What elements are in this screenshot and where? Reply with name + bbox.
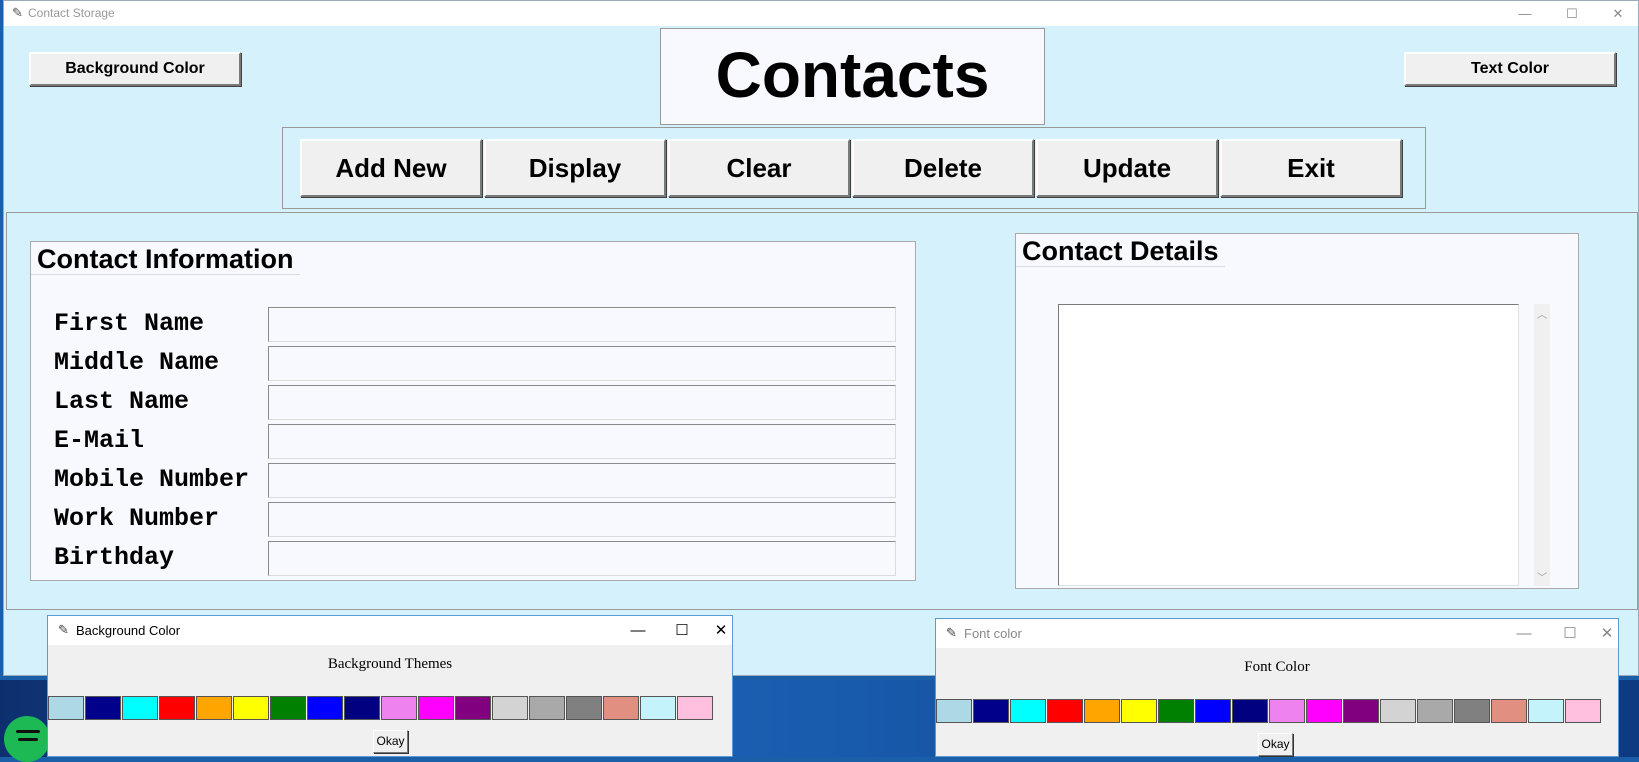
scroll-up-icon[interactable]: ︿ [1537,306,1547,321]
color-swatch[interactable] [418,696,454,720]
color-swatch[interactable] [85,696,121,720]
color-swatch[interactable] [307,696,343,720]
color-swatch[interactable] [270,696,306,720]
dialog-title: Background Color [76,623,181,638]
color-swatch-row [48,696,714,720]
color-swatch[interactable] [1195,699,1231,723]
last-name-field[interactable] [268,385,896,420]
minimize-button[interactable]: — [618,619,658,643]
first-name-field[interactable] [268,307,896,342]
contact-details-panel: Contact Details ︿ ﹀ [1015,233,1579,589]
color-swatch[interactable] [1380,699,1416,723]
color-swatch-row [936,699,1602,723]
color-swatch[interactable] [1269,699,1305,723]
dialog-title: Font color [964,626,1022,641]
feather-icon: ✎ [12,5,23,20]
okay-button[interactable]: Okay [373,730,408,753]
color-swatch[interactable] [344,696,380,720]
mobile-number-field[interactable] [268,463,896,498]
color-swatch[interactable] [1306,699,1342,723]
close-button[interactable]: ✕ [709,619,733,643]
add-new-button[interactable]: Add New [300,139,482,197]
exit-button[interactable]: Exit [1220,139,1402,197]
color-swatch[interactable] [566,696,602,720]
background-color-button[interactable]: Background Color [29,52,241,86]
page-title: Contacts [660,28,1045,125]
contact-details-title: Contact Details [1016,234,1225,267]
work-number-label: Work Number [54,504,220,533]
middle-name-label: Middle Name [54,348,220,377]
font-color-heading: Font Color [1244,659,1310,675]
contact-information-title: Contact Information [31,242,300,275]
color-swatch[interactable] [640,696,676,720]
delete-button[interactable]: Delete [852,139,1034,197]
color-swatch[interactable] [48,696,84,720]
main-window: ✎ Contact Storage — ☐ ✕ Background Color… [3,0,1639,676]
color-swatch[interactable] [196,696,232,720]
background-color-dialog: ✎ Background Color — ☐ ✕ Background Them… [47,615,733,757]
color-swatch[interactable] [1158,699,1194,723]
color-swatch[interactable] [1343,699,1379,723]
color-swatch[interactable] [529,696,565,720]
birthday-field[interactable] [268,541,896,576]
dialog-title-bar: ✎ Background Color — ☐ ✕ [48,616,732,645]
color-swatch[interactable] [1121,699,1157,723]
scroll-down-icon[interactable]: ﹀ [1537,569,1547,584]
dialog-title-bar: ✎ Font color — ☐ ✕ [936,619,1618,648]
color-swatch[interactable] [1565,699,1601,723]
birthday-label: Birthday [54,543,175,572]
email-field[interactable] [268,424,896,459]
update-button[interactable]: Update [1036,139,1218,197]
mobile-number-label: Mobile Number [54,465,250,494]
color-swatch[interactable] [603,696,639,720]
feather-icon: ✎ [58,622,69,637]
middle-name-field[interactable] [268,346,896,381]
content-frame: Contact Information First Name Middle Na… [6,212,1638,610]
color-swatch[interactable] [1491,699,1527,723]
color-swatch[interactable] [1528,699,1564,723]
display-button[interactable]: Display [484,139,666,197]
maximize-button[interactable]: ☐ [662,619,702,643]
window-title: Contact Storage [28,6,115,20]
okay-button[interactable]: Okay [1258,733,1293,756]
close-button[interactable]: ✕ [1595,622,1619,646]
contact-details-textbox[interactable] [1058,304,1519,586]
font-color-dialog: ✎ Font color — ☐ ✕ Font Color Okay [935,618,1619,757]
color-swatch[interactable] [1417,699,1453,723]
color-swatch[interactable] [1010,699,1046,723]
color-swatch[interactable] [936,699,972,723]
color-swatch[interactable] [973,699,1009,723]
color-swatch[interactable] [381,696,417,720]
color-swatch[interactable] [677,696,713,720]
work-number-field[interactable] [268,502,896,537]
minimize-button[interactable]: — [1504,622,1544,646]
text-color-button[interactable]: Text Color [1404,52,1616,86]
last-name-label: Last Name [54,387,190,416]
color-swatch[interactable] [455,696,491,720]
maximize-button[interactable]: ☐ [1550,622,1590,646]
details-scrollbar[interactable]: ︿ ﹀ [1534,304,1550,586]
close-button[interactable]: ✕ [1603,3,1633,25]
color-swatch[interactable] [159,696,195,720]
minimize-button[interactable]: — [1510,3,1540,25]
background-themes-heading: Background Themes [327,656,453,672]
color-swatch[interactable] [1084,699,1120,723]
color-swatch[interactable] [233,696,269,720]
title-bar: ✎ Contact Storage — ☐ ✕ [4,1,1638,26]
color-swatch[interactable] [1232,699,1268,723]
color-swatch[interactable] [1454,699,1490,723]
first-name-label: First Name [54,309,205,338]
clear-button[interactable]: Clear [668,139,850,197]
color-swatch[interactable] [1047,699,1083,723]
feather-icon: ✎ [946,625,957,640]
maximize-button[interactable]: ☐ [1557,3,1587,25]
color-swatch[interactable] [122,696,158,720]
color-swatch[interactable] [492,696,528,720]
spotify-icon[interactable] [4,716,50,762]
contact-information-panel: Contact Information First Name Middle Na… [30,241,916,581]
email-label: E-Mail [54,426,145,455]
